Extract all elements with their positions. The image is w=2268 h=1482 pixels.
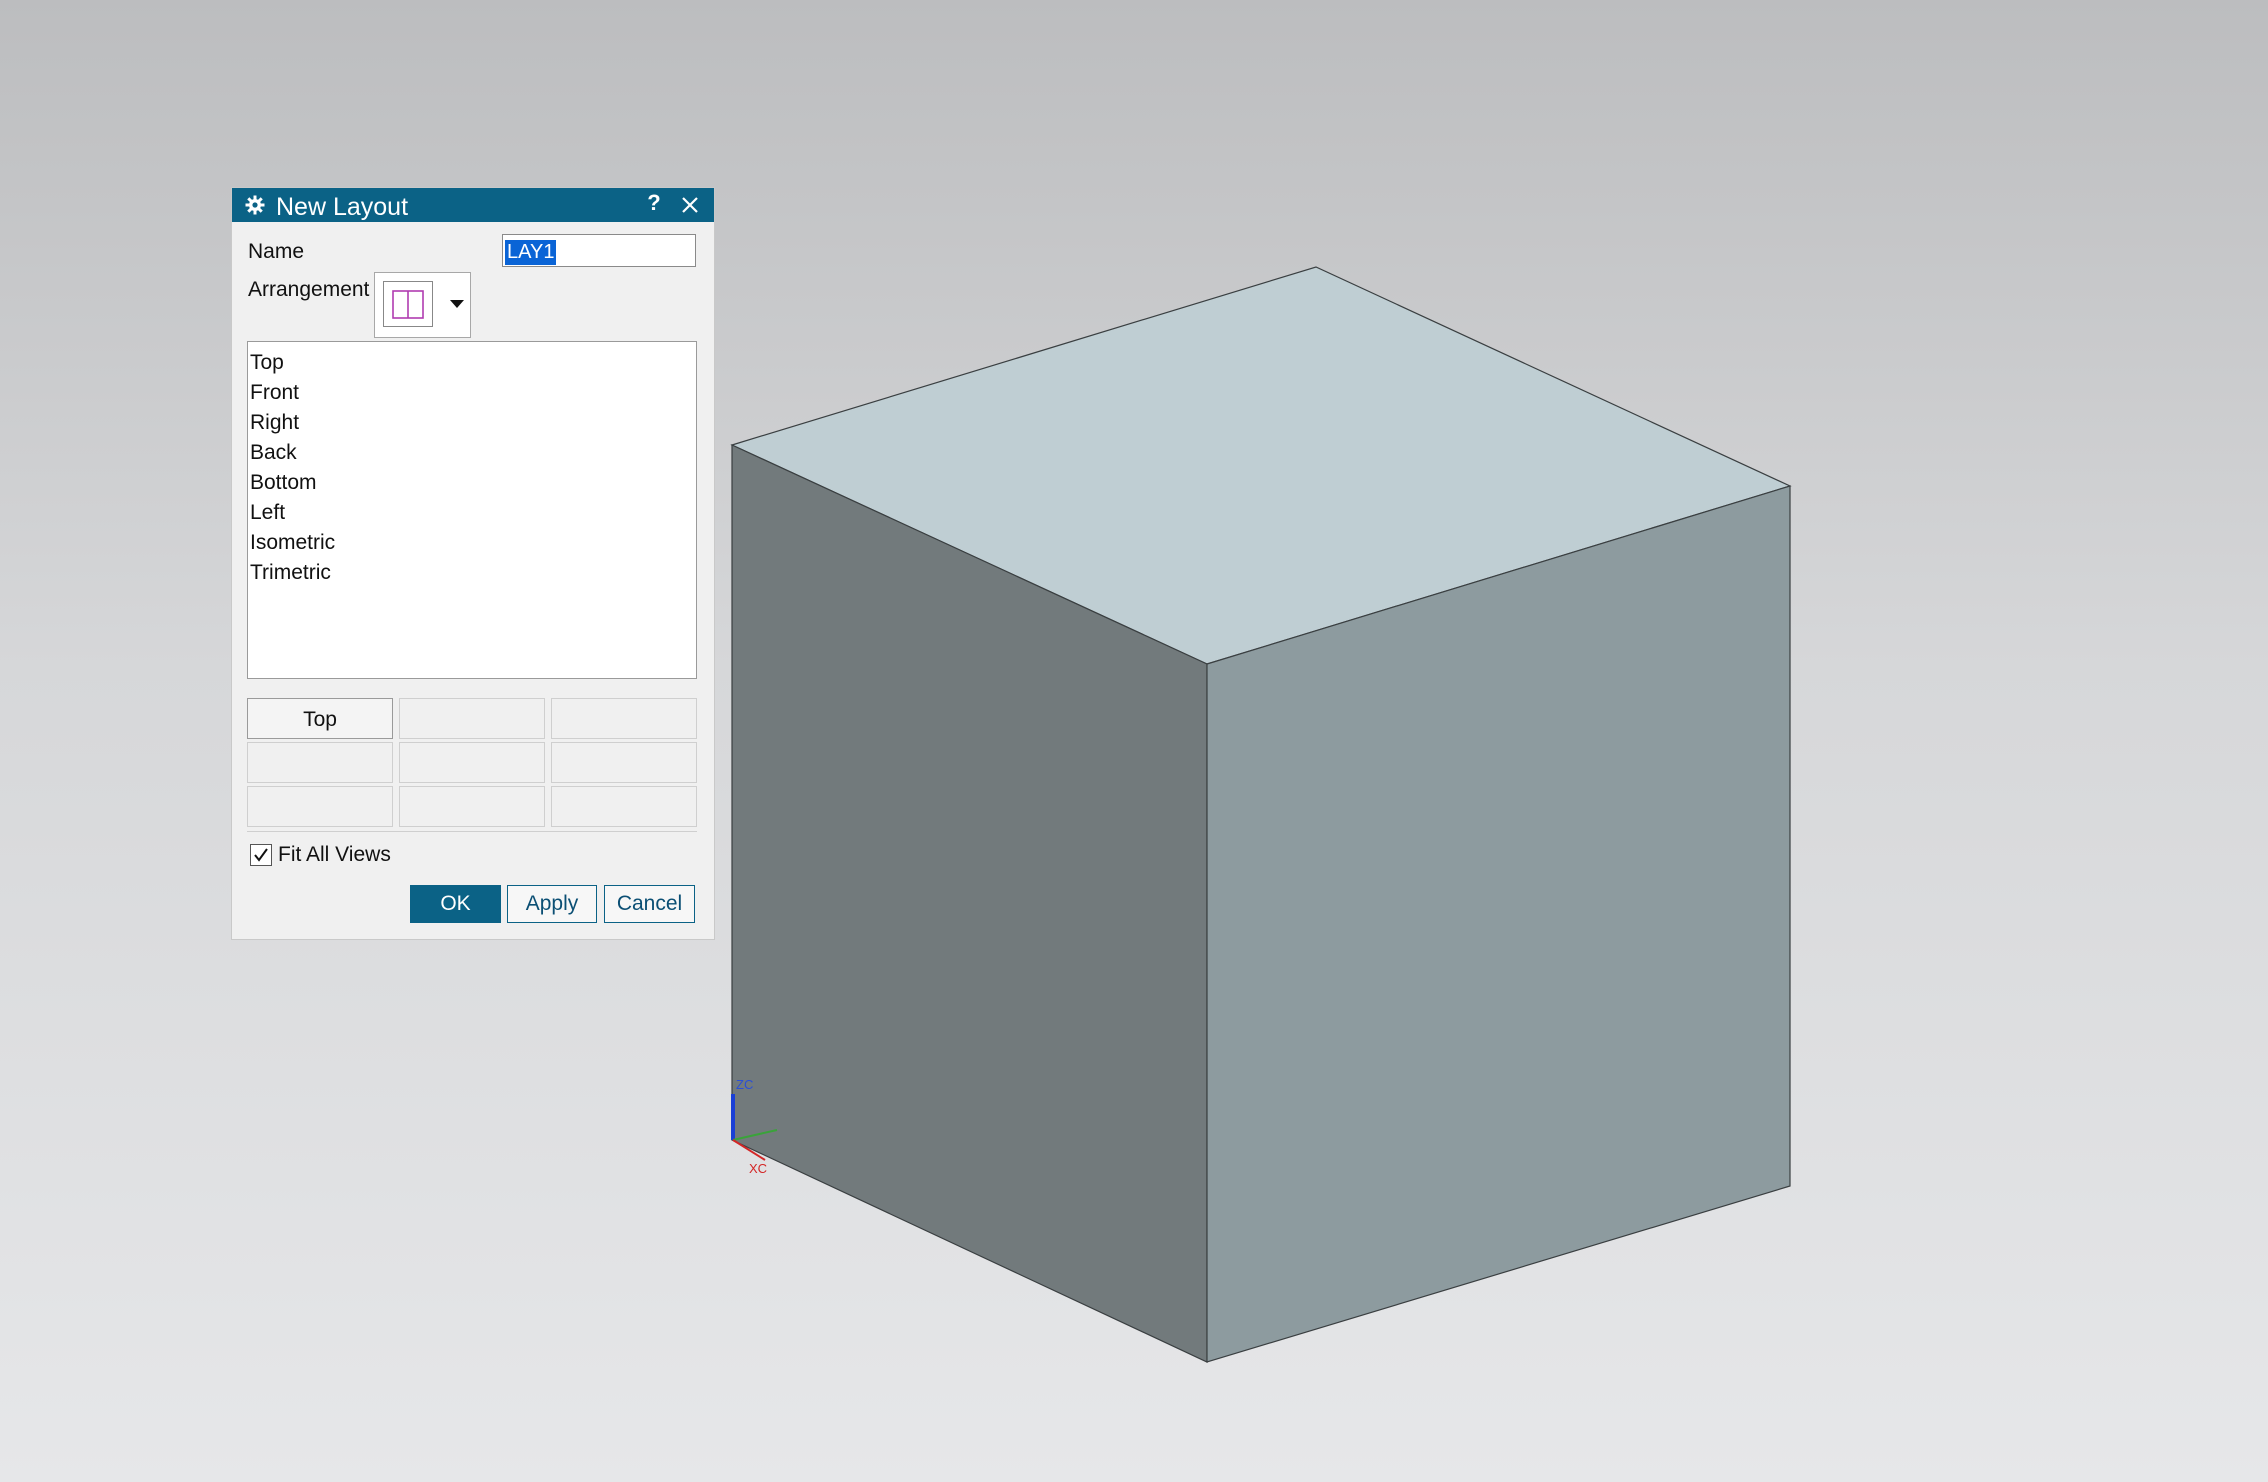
triad-x-label: XC xyxy=(749,1161,768,1176)
name-input[interactable]: LAY1 xyxy=(502,234,696,267)
chevron-down-icon xyxy=(450,300,464,308)
close-icon xyxy=(682,197,698,213)
view-list-item[interactable]: Back xyxy=(250,438,696,468)
fit-all-views-label: Fit All Views xyxy=(278,843,391,866)
view-list-item[interactable]: Trimetric xyxy=(250,558,696,588)
layout-grid-cell[interactable] xyxy=(399,742,545,783)
help-button[interactable]: ? xyxy=(642,190,666,216)
close-button[interactable] xyxy=(678,193,702,217)
cancel-button[interactable]: Cancel xyxy=(604,885,695,923)
ok-button[interactable]: OK xyxy=(410,885,501,923)
layout-grid-cell[interactable] xyxy=(551,786,697,827)
arrangement-dropdown[interactable] xyxy=(374,272,471,338)
layout-grid-cell[interactable] xyxy=(399,698,545,739)
name-input-value: LAY1 xyxy=(505,240,557,265)
view-list-item[interactable]: Bottom xyxy=(250,468,696,498)
arrangement-label: Arrangement xyxy=(248,278,370,301)
view-list-item[interactable]: Front xyxy=(250,378,696,408)
checkmark-icon xyxy=(254,848,268,862)
fit-all-views-checkbox[interactable] xyxy=(250,844,272,866)
layout-grid-cell[interactable] xyxy=(551,698,697,739)
layout-grid-cell[interactable] xyxy=(247,742,393,783)
gear-icon xyxy=(244,194,266,216)
divider xyxy=(247,831,697,832)
view-list-item[interactable]: Top xyxy=(250,348,696,378)
dialog-title: New Layout xyxy=(276,192,409,221)
triad-z-label: ZC xyxy=(736,1077,754,1092)
dialog-titlebar[interactable]: New Layout ? xyxy=(232,188,714,222)
view-list-item[interactable]: Isometric xyxy=(250,528,696,558)
name-label: Name xyxy=(248,240,305,263)
two-vertical-views-icon xyxy=(383,281,433,327)
layout-grid-cell[interactable] xyxy=(247,786,393,827)
layout-grid-cell[interactable] xyxy=(551,742,697,783)
view-list-item[interactable]: Left xyxy=(250,498,696,528)
apply-button[interactable]: Apply xyxy=(507,885,597,923)
layout-grid-cell[interactable] xyxy=(399,786,545,827)
layout-grid-cell[interactable]: Top xyxy=(247,698,393,739)
new-layout-dialog: New Layout ? Name LAY1 Arrangement Top Fr… xyxy=(232,188,714,939)
view-list[interactable]: Top Front Right Back Bottom Left Isometric Trim… xyxy=(247,341,697,679)
view-list-item[interactable]: Right xyxy=(250,408,696,438)
